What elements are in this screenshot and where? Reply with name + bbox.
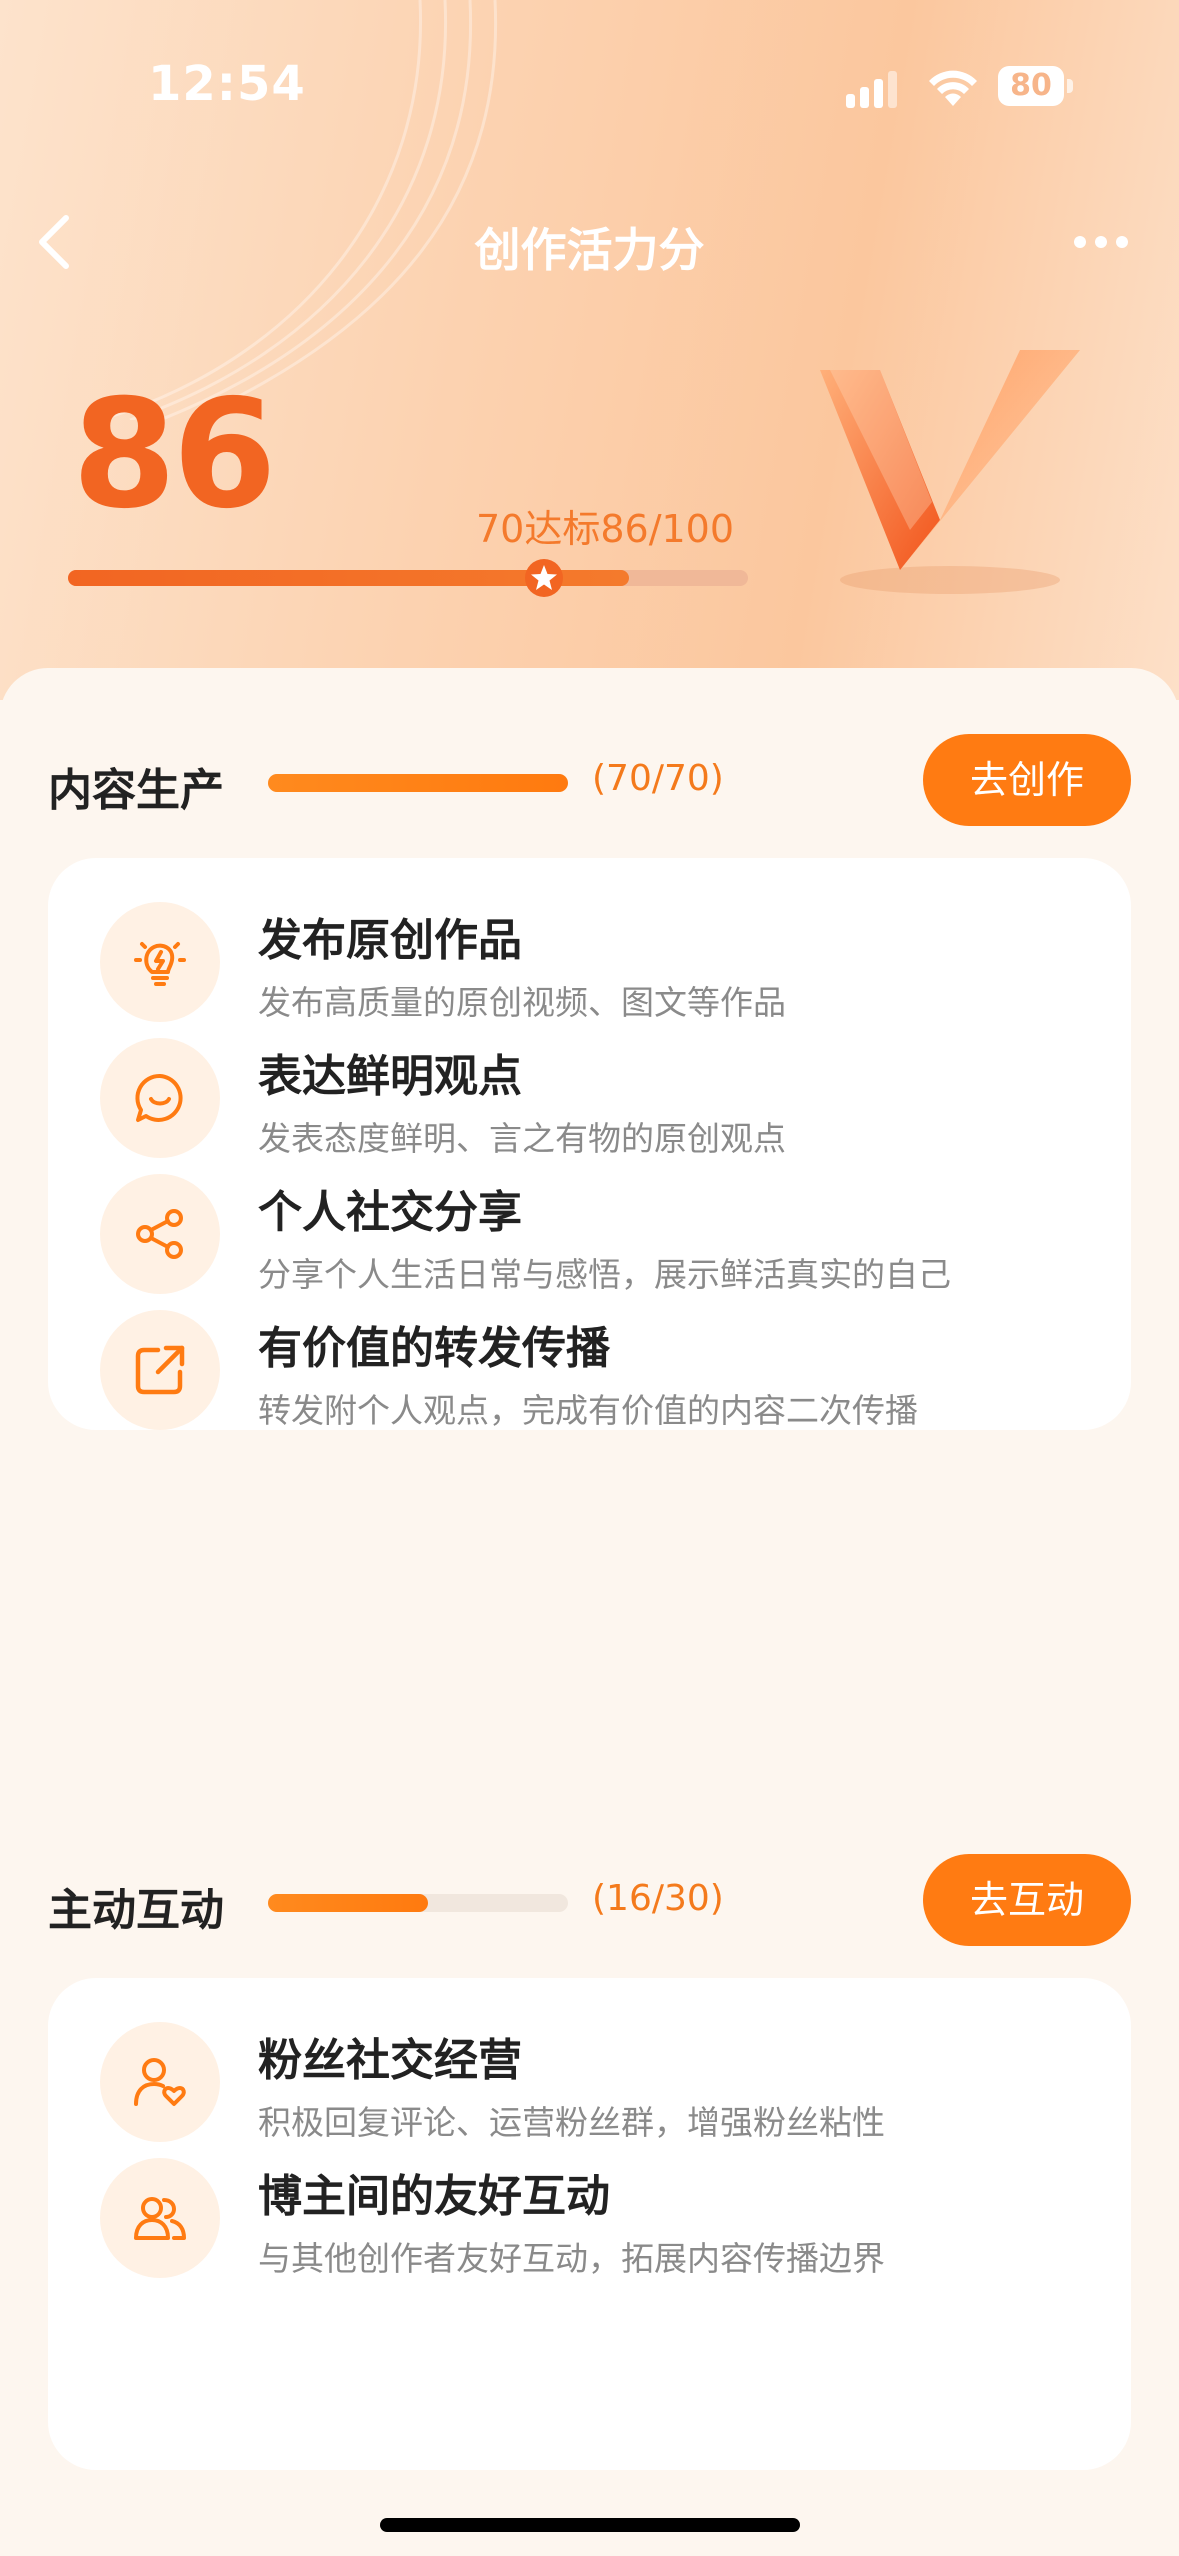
users-icon bbox=[100, 2158, 220, 2278]
item-title: 博主间的友好互动 bbox=[258, 2171, 610, 2222]
item-title: 个人社交分享 bbox=[258, 1187, 522, 1238]
section-count: (70/70) bbox=[592, 758, 724, 799]
wifi-icon bbox=[929, 70, 977, 106]
item-description: 与其他创作者友好互动，拓展内容传播边界 bbox=[258, 2239, 885, 2278]
go-interact-button[interactable]: 去互动 bbox=[923, 1854, 1131, 1946]
list-item: 有价值的转发传播 转发附个人观点，完成有价值的内容二次传播 bbox=[48, 1268, 1131, 1468]
more-options-icon[interactable] bbox=[1066, 222, 1136, 262]
score-value: 86 bbox=[72, 368, 277, 542]
hero-header: 12:54 80 创作活力分 86 70达标86/100 bbox=[0, 0, 1179, 700]
home-indicator[interactable] bbox=[380, 2518, 800, 2532]
forward-icon bbox=[100, 1310, 220, 1430]
status-bar: 12:54 80 bbox=[0, 0, 1179, 150]
status-time: 12:54 bbox=[148, 56, 306, 112]
item-description: 转发附个人观点，完成有价值的内容二次传播 bbox=[258, 1391, 918, 1430]
item-title: 有价值的转发传播 bbox=[258, 1323, 610, 1374]
list-item: 博主间的友好互动 与其他创作者友好互动，拓展内容传播边界 bbox=[48, 2116, 1131, 2316]
go-create-button[interactable]: 去创作 bbox=[923, 734, 1131, 826]
battery-indicator: 80 bbox=[998, 66, 1076, 108]
item-title: 粉丝社交经营 bbox=[258, 2035, 522, 2086]
score-target-text: 70达标86/100 bbox=[476, 507, 735, 551]
cellular-signal-icon bbox=[846, 71, 897, 108]
section-header-content-production: 内容生产 (70/70) 去创作 bbox=[48, 732, 1131, 828]
battery-level: 80 bbox=[1010, 68, 1052, 103]
section-count: (16/30) bbox=[592, 1878, 724, 1919]
section-progress-fill bbox=[268, 774, 568, 792]
section-progress-fill bbox=[268, 1894, 428, 1912]
content-production-card: 发布原创作品 发布高质量的原创视频、图文等作品 表达鲜明观点 发表态度鲜明、言之… bbox=[48, 858, 1131, 1430]
battery-tip bbox=[1067, 79, 1073, 93]
section-title: 主动互动 bbox=[48, 1885, 224, 1936]
v-badge-logo bbox=[820, 350, 1080, 594]
pass-mark-star-icon bbox=[525, 559, 563, 597]
content-panel: 内容生产 (70/70) 去创作 发布原创作品 发布高质量的原创视频、图文等作品 bbox=[0, 668, 1179, 2556]
page-title: 创作活力分 bbox=[474, 223, 705, 277]
section-header-active-interaction: 主动互动 (16/30) 去互动 bbox=[48, 1852, 1131, 1948]
item-title: 表达鲜明观点 bbox=[258, 1051, 522, 1102]
section-progress-track bbox=[268, 774, 568, 792]
section-title: 内容生产 bbox=[48, 765, 224, 816]
item-title: 发布原创作品 bbox=[258, 915, 522, 966]
section-progress-track bbox=[268, 1894, 568, 1912]
active-interaction-card: 粉丝社交经营 积极回复评论、运营粉丝群，增强粉丝粘性 博主间的友好互动 与其他创… bbox=[48, 1978, 1131, 2470]
